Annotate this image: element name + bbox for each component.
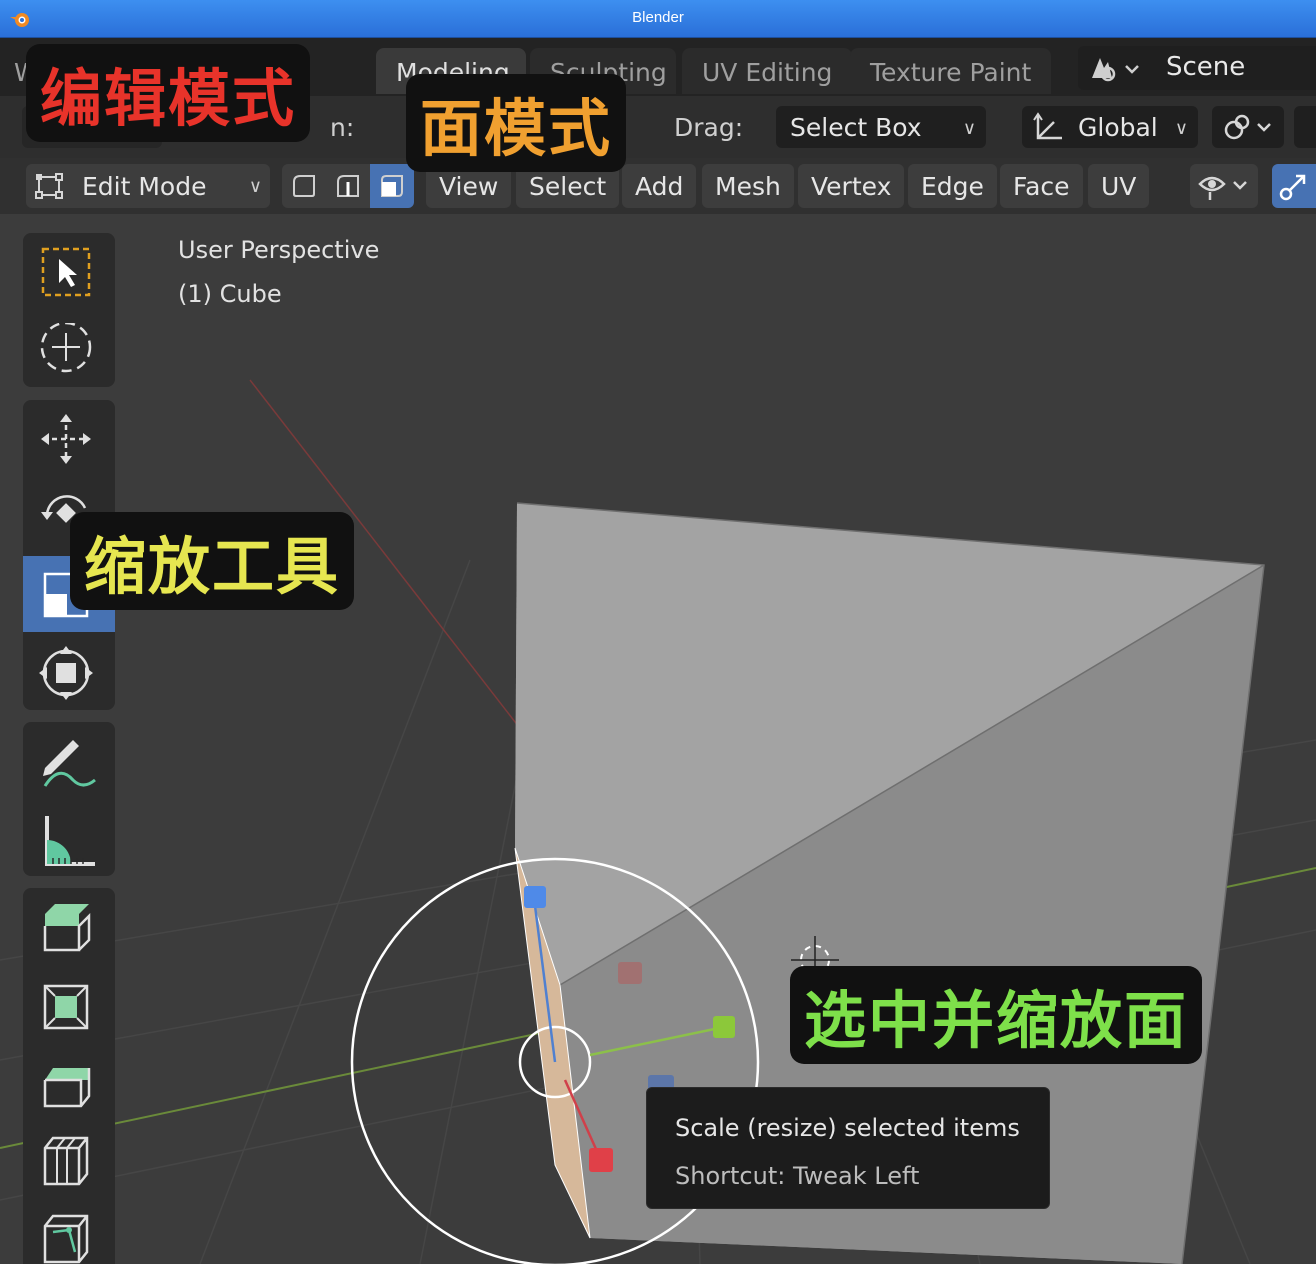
edge-select-mode-button[interactable] <box>326 164 370 208</box>
extrude-icon <box>43 904 91 952</box>
annotation-scale-tool: 缩放工具 <box>70 512 355 610</box>
inset-faces-tool-button[interactable] <box>23 966 115 1042</box>
3d-viewport[interactable]: User Perspective (1) Cube Scale (resize)… <box>0 214 1316 1264</box>
loop-cut-icon <box>43 1136 89 1186</box>
toolbar-group-annotate <box>23 722 115 876</box>
window-title: Blender <box>632 9 684 26</box>
inset-icon <box>43 984 89 1030</box>
viewport-header: Edit Mode ∨ View Select Add Mesh Vertex … <box>0 158 1316 214</box>
drag-value: Select Box <box>790 113 922 142</box>
measure-ruler-icon <box>45 816 95 866</box>
eye-icon <box>1198 176 1247 200</box>
face-select-mode-button[interactable] <box>370 164 414 208</box>
tab-uv-editing[interactable]: UV Editing <box>682 48 853 94</box>
loop-cut-tool-button[interactable] <box>23 1122 115 1198</box>
select-mode-buttons <box>282 164 414 208</box>
chevron-down-icon: ∨ <box>248 176 262 197</box>
mode-dropdown[interactable]: Edit Mode ∨ <box>26 164 270 208</box>
measure-tool-button[interactable] <box>23 800 115 876</box>
scene-name: Scene <box>1166 52 1246 82</box>
annotate-tool-button[interactable] <box>23 722 115 798</box>
pivot-point-dropdown[interactable] <box>1212 106 1284 148</box>
cursor-tool-button[interactable] <box>23 311 115 387</box>
pivot-link-icon <box>1224 114 1271 140</box>
bevel-icon <box>43 1068 91 1108</box>
extrude-tool-button[interactable] <box>23 888 115 964</box>
bevel-tool-button[interactable] <box>23 1044 115 1120</box>
orientation-axes-icon <box>1033 112 1062 140</box>
menu-vertex[interactable]: Vertex <box>798 164 905 208</box>
knife-tool-button[interactable] <box>23 1200 115 1264</box>
menu-mesh[interactable]: Mesh <box>702 164 794 208</box>
gizmo-icon <box>1279 174 1306 201</box>
tab-texture-paint[interactable]: Texture Paint <box>850 48 1052 94</box>
snap-toggle[interactable] <box>1294 106 1316 148</box>
menu-add[interactable]: Add <box>622 164 697 208</box>
cursor-icon <box>40 323 92 373</box>
annotation-face-mode: 面模式 <box>406 74 627 172</box>
edge-select-icon <box>337 175 359 197</box>
menu-uv[interactable]: UV <box>1088 164 1150 208</box>
move-tool-button[interactable] <box>23 400 115 476</box>
viewport-perspective-label: User Perspective <box>178 236 380 264</box>
face-select-icon <box>381 175 403 197</box>
toolbar-group-mesh-tools <box>23 888 115 1264</box>
tooltip-shortcut: Shortcut: Tweak Left <box>675 1162 920 1190</box>
menu-edge[interactable]: Edge <box>908 164 997 208</box>
knife-icon <box>43 1214 89 1264</box>
fragment-label: n: <box>330 113 355 142</box>
window-titlebar: Blender <box>0 0 1316 38</box>
orientation-value: Global <box>1078 113 1158 142</box>
drag-dropdown[interactable]: Select Box ∨ <box>776 106 986 148</box>
transform-tool-button[interactable] <box>23 634 115 710</box>
gizmo-toggle-button[interactable] <box>1272 164 1316 208</box>
chevron-down-icon: ∨ <box>1174 118 1188 139</box>
select-box-tool-button[interactable] <box>23 233 115 309</box>
vertex-select-mode-button[interactable] <box>282 164 326 208</box>
menu-face[interactable]: Face <box>1000 164 1083 208</box>
edit-mode-icon <box>35 173 63 199</box>
annotation-select-scale-face: 选中并缩放面 <box>790 966 1203 1064</box>
select-box-icon <box>41 247 91 297</box>
transform-icon <box>39 646 93 700</box>
tooltip-title: Scale (resize) selected items <box>675 1114 1020 1142</box>
scene-selector[interactable]: Scene <box>1078 46 1316 90</box>
drag-label: Drag: <box>674 113 744 142</box>
annotation-edit-mode: 编辑模式 <box>26 44 311 142</box>
annotate-pencil-icon <box>43 740 96 787</box>
vertex-select-icon <box>293 175 315 197</box>
transform-orientation-dropdown[interactable]: Global ∨ <box>1022 106 1198 148</box>
toolbar-group-select <box>23 233 115 387</box>
viewport-object-label: (1) Cube <box>178 280 282 308</box>
move-icon <box>41 414 91 464</box>
scene-icon <box>1092 58 1139 82</box>
chevron-down-icon: ∨ <box>962 118 976 139</box>
tooltip: Scale (resize) selected items Shortcut: … <box>646 1087 1050 1209</box>
visibility-dropdown[interactable] <box>1190 164 1258 208</box>
mode-label: Edit Mode <box>82 172 207 201</box>
